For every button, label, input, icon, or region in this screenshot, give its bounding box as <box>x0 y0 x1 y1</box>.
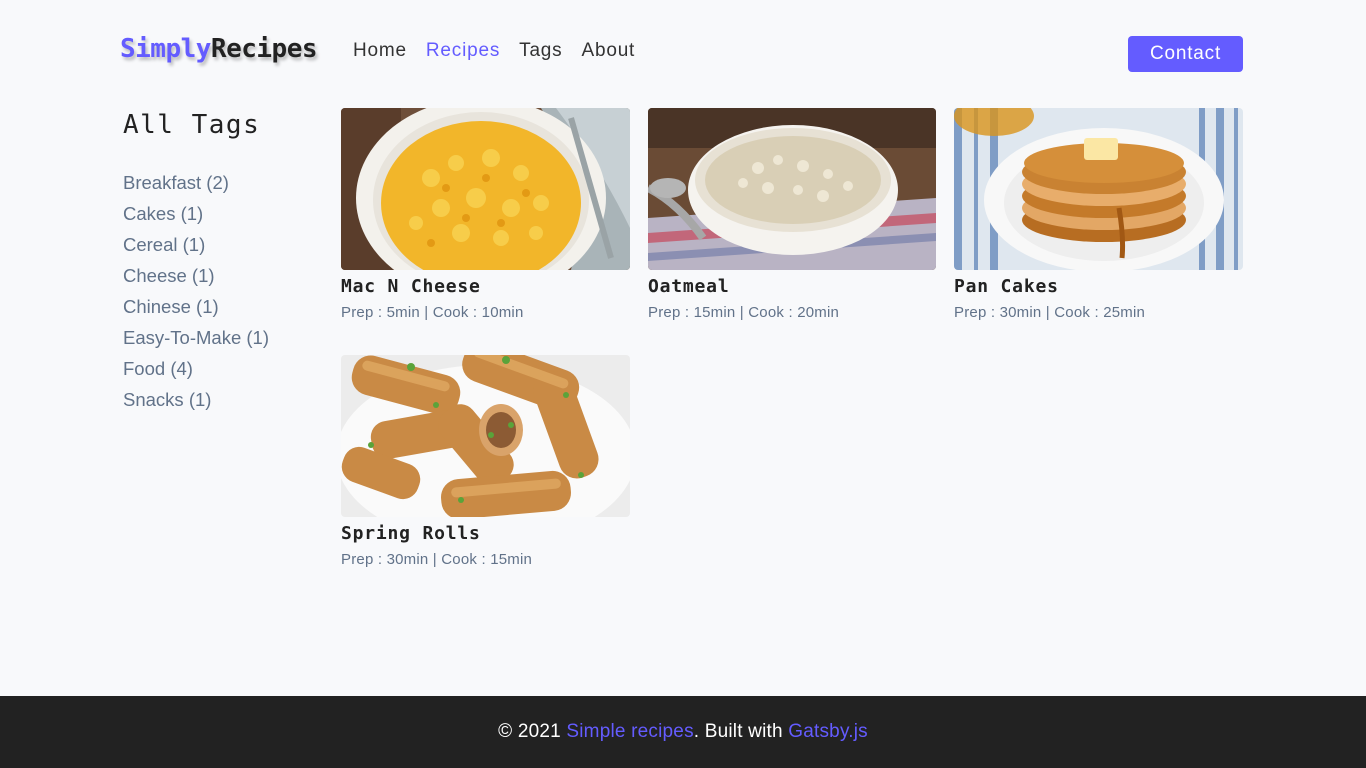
site-logo[interactable]: SimplyRecipes <box>120 34 318 64</box>
contact-button[interactable]: Contact <box>1128 36 1243 72</box>
tag-link-breakfast[interactable]: Breakfast (2) <box>123 167 323 198</box>
mac-n-cheese-photo[interactable] <box>341 108 630 270</box>
recipe-time: Prep : 5min | Cook : 10min <box>341 304 524 321</box>
footer-gatsby-link[interactable]: Gatsby.js <box>788 721 868 743</box>
recipe-title: Pan Cakes <box>954 276 1059 297</box>
tag-count: (1) <box>180 203 204 224</box>
recipe-title: Oatmeal <box>648 276 730 297</box>
sidebar-title: All Tags <box>123 110 261 140</box>
recipe-title: Mac N Cheese <box>341 276 481 297</box>
recipe-card-pan-cakes[interactable]: Pan Cakes Prep : 30min | Cook : 25min <box>954 108 1243 355</box>
tag-count: (1) <box>246 327 269 348</box>
tag-count: (1) <box>191 265 215 286</box>
oatmeal-photo[interactable] <box>648 108 936 270</box>
recipe-grid: Mac N Cheese Prep : 5min | Cook : 10min <box>341 108 1243 602</box>
tag-link-snacks[interactable]: Snacks (1) <box>123 384 323 415</box>
nav-link-recipes[interactable]: Recipes <box>426 40 500 62</box>
nav-links: Home Recipes Tags About <box>353 40 635 62</box>
tag-list: Breakfast (2) Cakes (1) Cereal (1) Chees… <box>123 167 323 415</box>
nav-link-tags[interactable]: Tags <box>519 40 562 62</box>
navbar: SimplyRecipes Home Recipes Tags About Co… <box>0 0 1366 108</box>
tag-name: Cakes <box>123 203 176 224</box>
tag-name: Easy-To-Make <box>123 327 242 348</box>
tag-link-easy-to-make[interactable]: Easy-To-Make (1) <box>123 322 323 353</box>
nav-link-home[interactable]: Home <box>353 40 407 62</box>
recipe-title: Spring Rolls <box>341 523 481 544</box>
footer-copyright: © 2021 <box>498 721 567 742</box>
tag-count: (1) <box>182 234 206 255</box>
recipe-time: Prep : 30min | Cook : 15min <box>341 551 533 568</box>
spring-rolls-photo[interactable] <box>341 355 630 517</box>
tag-link-cakes[interactable]: Cakes (1) <box>123 198 323 229</box>
tag-count: (1) <box>188 389 212 410</box>
tag-name: Food <box>123 358 166 379</box>
recipe-time: Prep : 30min | Cook : 25min <box>954 304 1146 321</box>
footer-site-link[interactable]: Simple recipes <box>566 721 693 743</box>
tag-name: Cheese <box>123 265 187 286</box>
tags-sidebar: All Tags Breakfast (2) Cakes (1) Cereal … <box>123 110 323 415</box>
tag-count: (2) <box>206 172 229 193</box>
tag-name: Cereal <box>123 234 178 255</box>
recipe-card-mac-n-cheese[interactable]: Mac N Cheese Prep : 5min | Cook : 10min <box>341 108 630 355</box>
footer-built-with: . Built with <box>693 721 789 742</box>
footer: © 2021 Simple recipes. Built with Gatsby… <box>0 696 1366 768</box>
tag-link-cheese[interactable]: Cheese (1) <box>123 260 323 291</box>
tag-name: Breakfast <box>123 172 202 193</box>
tag-name: Snacks <box>123 389 184 410</box>
pancakes-photo[interactable] <box>954 108 1243 270</box>
logo-simply: Simply <box>120 34 211 64</box>
tag-count: (4) <box>170 358 193 379</box>
recipe-time: Prep : 15min | Cook : 20min <box>648 304 840 321</box>
tag-link-food[interactable]: Food (4) <box>123 353 323 384</box>
tag-link-cereal[interactable]: Cereal (1) <box>123 229 323 260</box>
tag-count: (1) <box>196 296 219 317</box>
tag-link-chinese[interactable]: Chinese (1) <box>123 291 323 322</box>
recipe-card-spring-rolls[interactable]: Spring Rolls Prep : 30min | Cook : 15min <box>341 355 630 602</box>
nav-link-about[interactable]: About <box>581 40 635 62</box>
tag-name: Chinese <box>123 296 191 317</box>
recipe-card-oatmeal[interactable]: Oatmeal Prep : 15min | Cook : 20min <box>648 108 936 355</box>
logo-recipes: Recipes <box>210 34 318 64</box>
